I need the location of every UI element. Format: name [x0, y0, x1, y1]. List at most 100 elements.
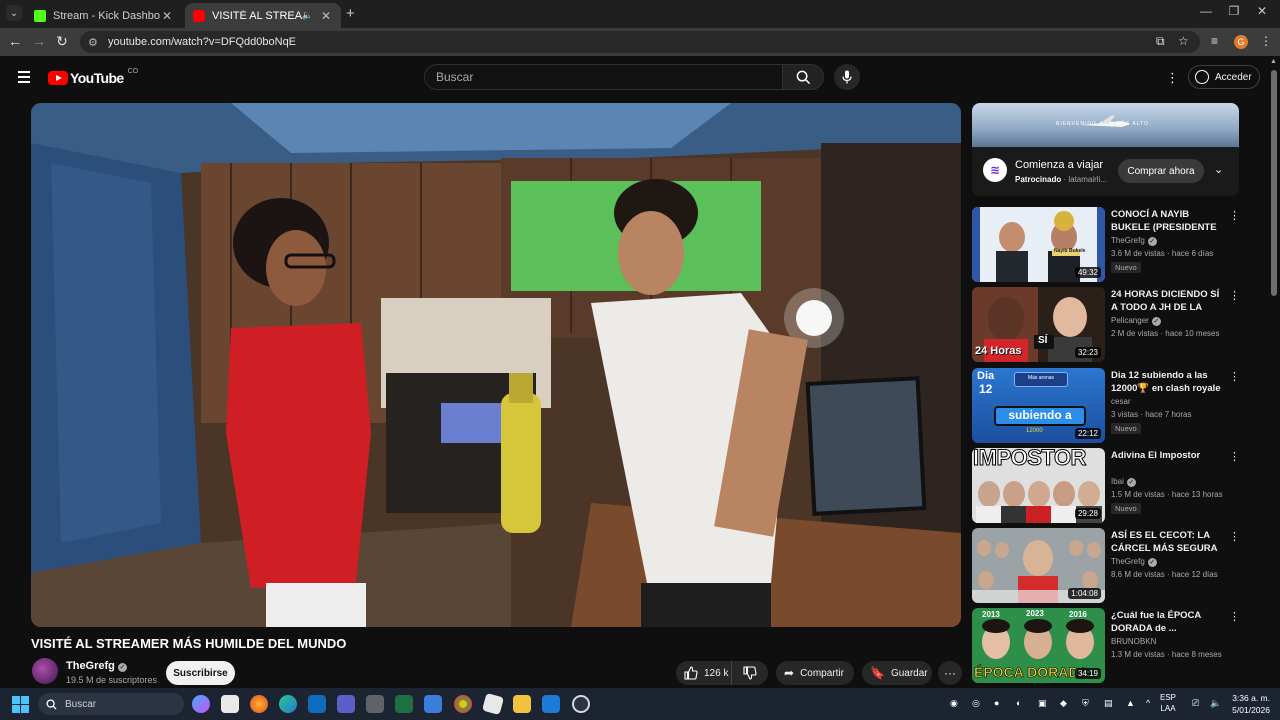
video-title[interactable]: ASÍ ES EL CECOT: LA CÁRCEL MÁS SEGURA D.… [1111, 529, 1223, 555]
tray-app-icon[interactable]: ◐ [1016, 698, 1021, 708]
video-player[interactable] [31, 103, 961, 627]
tray-shield-icon[interactable]: ⛨ [1082, 698, 1089, 709]
more-options-icon[interactable]: ⋮ [1229, 209, 1240, 222]
volume-icon[interactable]: 🔈 [1210, 698, 1221, 709]
more-options-icon[interactable]: ⋮ [1229, 530, 1240, 543]
search-button[interactable] [782, 64, 824, 90]
recommended-video[interactable]: 2013 2023 2016 ÉPOCA DORADA 34:19 ¿Cuál … [972, 608, 1242, 688]
sponsored-ad-card[interactable]: BIENVENIDO A LO MÁS ALTO ≋ Comienza a vi… [972, 103, 1239, 196]
channel-name[interactable]: TheGrefg ✓ [66, 660, 127, 672]
dislike-button[interactable] [732, 661, 768, 685]
more-options-icon[interactable]: ⋮ [1229, 289, 1240, 302]
page-scrollbar[interactable]: ▲ [1268, 56, 1280, 688]
save-button[interactable]: 🔖 Guardar [862, 661, 932, 685]
settings-app-icon[interactable] [542, 695, 560, 713]
video-title[interactable]: Dia 12 subiendo a las 12000🏆 en clash ro… [1111, 369, 1223, 395]
notes-icon[interactable] [481, 692, 505, 716]
address-bar[interactable]: ⚙ youtube.com/watch?v=DFQdd0boNqE [80, 31, 1200, 53]
reload-button[interactable]: ↻ [53, 33, 71, 50]
tray-expand-icon[interactable]: ^ [1146, 698, 1150, 708]
recommended-video[interactable]: 1:04:08 ASÍ ES EL CECOT: LA CÁRCEL MÁS S… [972, 528, 1242, 604]
tray-app-icon[interactable]: ▤ [1104, 698, 1113, 709]
copilot-icon[interactable] [192, 695, 210, 713]
tab-kick-dashboard[interactable]: Stream - Kick Dashboard ✕ [26, 3, 182, 28]
signin-button[interactable]: Acceder [1188, 65, 1260, 89]
tab-search-button[interactable]: ⌄ [6, 5, 22, 21]
back-button[interactable]: ← [6, 33, 24, 49]
recommended-video[interactable]: IMPOSTOR 29:28 Adivina El Impostor Ibai ✓… [972, 448, 1242, 524]
menu-hamburger-icon[interactable] [18, 71, 30, 83]
voice-search-button[interactable] [834, 64, 860, 90]
calculator-icon[interactable] [366, 695, 384, 713]
chevron-down-icon[interactable]: ⌄ [1214, 163, 1223, 176]
profile-avatar[interactable]: G [1234, 35, 1248, 49]
video-thumbnail[interactable]: 2013 2023 2016 ÉPOCA DORADA 34:19 [972, 608, 1105, 683]
channel-name[interactable]: cesar [1111, 397, 1131, 406]
reading-list-icon[interactable]: ≡ [1211, 34, 1218, 48]
youtube-logo[interactable]: YouTube CO [48, 68, 138, 86]
recommended-video[interactable]: Dia 12 Más arenas subiendo a 12000 22:12… [972, 368, 1242, 444]
search-input[interactable]: Buscar [424, 64, 782, 90]
taskbar-search-input[interactable]: Buscar [38, 693, 184, 715]
video-thumbnail[interactable]: Nayib Bukele 49:32 [972, 207, 1105, 282]
system-clock[interactable]: 3:36 a. m. 5/01/2026 [1226, 692, 1270, 716]
tray-app-icon[interactable]: ◎ [972, 698, 980, 709]
video-title[interactable]: CONOCÍ A NAYIB BUKELE (PRESIDENTE DE EL … [1111, 208, 1223, 234]
recommended-video[interactable]: 24 Horas SÍ 32:23 24 HORAS DICIENDO SÍ A… [972, 287, 1242, 363]
network-icon[interactable]: ⎚ [1192, 698, 1199, 709]
language-indicator[interactable]: ESP LAA [1160, 692, 1176, 714]
like-button[interactable]: 126 k [676, 661, 732, 685]
video-title[interactable]: Adivina El Impostor [1111, 449, 1223, 462]
close-tab-icon[interactable]: ✕ [319, 9, 333, 23]
file-explorer-icon[interactable] [513, 695, 531, 713]
tray-app-icon[interactable]: ▣ [1038, 698, 1047, 709]
video-title[interactable]: ¿Cuál fue la ÉPOCA DORADA de ... [1111, 609, 1223, 635]
channel-avatar[interactable] [32, 658, 58, 684]
buy-now-button[interactable]: Comprar ahora [1118, 159, 1204, 183]
new-tab-button[interactable]: + [346, 5, 355, 22]
windows-start-icon[interactable] [12, 696, 29, 713]
bookmark-star-icon[interactable]: ☆ [1178, 34, 1189, 48]
scroll-up-arrow-icon[interactable]: ▲ [1270, 58, 1277, 65]
tray-app-icon[interactable]: ◆ [1060, 698, 1067, 709]
excel-icon[interactable] [395, 695, 413, 713]
site-info-icon[interactable]: ⚙ [88, 36, 102, 49]
close-window-button[interactable]: ✕ [1252, 4, 1272, 18]
video-thumbnail[interactable]: 24 Horas SÍ 32:23 [972, 287, 1105, 362]
outlook-icon[interactable] [308, 695, 326, 713]
video-thumbnail[interactable]: IMPOSTOR 29:28 [972, 448, 1105, 523]
more-options-icon[interactable]: ⋮ [1229, 450, 1240, 463]
minimize-button[interactable]: — [1196, 4, 1216, 18]
ad-banner-image[interactable]: BIENVENIDO A LO MÁS ALTO [972, 103, 1239, 147]
video-thumbnail[interactable]: Dia 12 Más arenas subiendo a 12000 22:12 [972, 368, 1105, 443]
edge-icon[interactable] [279, 695, 297, 713]
settings-more-icon[interactable]: ⋮ [1166, 70, 1179, 86]
close-tab-icon[interactable]: ✕ [160, 9, 174, 23]
recommended-video[interactable]: Nayib Bukele 49:32 CONOCÍ A NAYIB BUKELE… [972, 207, 1242, 283]
install-app-icon[interactable]: ⧉ [1156, 34, 1165, 49]
more-options-icon[interactable]: ⋮ [1229, 610, 1240, 623]
channel-name[interactable]: Ibai ✓ [1111, 477, 1136, 487]
tray-discord-icon[interactable]: ● [994, 698, 999, 708]
channel-name[interactable]: BRUNOBKN [1111, 637, 1156, 646]
share-button[interactable]: ➦ Compartir [776, 661, 854, 685]
microsoft-store-icon[interactable] [221, 695, 239, 713]
more-actions-button[interactable]: ··· [938, 661, 962, 685]
tab-youtube-video[interactable]: VISITÉ AL STREAMER MÁS H 🔈 ✕ [185, 3, 341, 28]
forward-button[interactable]: → [30, 33, 48, 49]
subscribe-button[interactable]: Suscribirse [166, 661, 235, 685]
firefox-icon[interactable] [250, 695, 268, 713]
chrome-menu-icon[interactable]: ⋮ [1260, 34, 1272, 48]
channel-name[interactable]: TheGrefg ✓ [1111, 236, 1157, 246]
video-title[interactable]: 24 HORAS DICIENDO SÍ A TODO A JH DE LA C… [1111, 288, 1223, 314]
video-thumbnail[interactable]: 1:04:08 [972, 528, 1105, 603]
restore-button[interactable]: ❐ [1224, 4, 1244, 18]
channel-name[interactable]: TheGrefg ✓ [1111, 557, 1157, 567]
tray-nvidia-icon[interactable]: ▲ [1126, 698, 1135, 708]
app-icon[interactable] [424, 695, 442, 713]
teams-icon[interactable] [337, 695, 355, 713]
channel-name[interactable]: Pelicanger ✓ [1111, 316, 1161, 326]
more-options-icon[interactable]: ⋮ [1229, 370, 1240, 383]
scrollbar-thumb[interactable] [1271, 70, 1277, 296]
chrome-icon[interactable] [454, 695, 472, 713]
